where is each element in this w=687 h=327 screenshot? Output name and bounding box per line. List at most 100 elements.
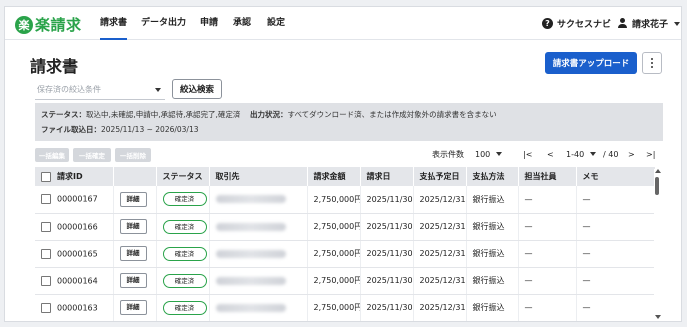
- nav-request[interactable]: 申請: [200, 7, 218, 40]
- logo-icon: 楽: [15, 15, 33, 34]
- nav-approval[interactable]: 承認: [233, 7, 251, 40]
- cell-status: 確定済: [156, 213, 210, 241]
- table-row[interactable]: 00000165 詳細 確定済 2,750,000円 2025/11/30 2025/12…: [35, 240, 656, 268]
- row-checkbox[interactable]: [41, 194, 51, 205]
- table-header: 請求ID ステータス 取引先 請求金額 請求日 支払予定日 支払方法 担当社員 …: [35, 167, 656, 186]
- detail-button[interactable]: 詳細: [119, 191, 147, 207]
- invoice-id: 00000167: [57, 194, 98, 204]
- bulk-edit-button[interactable]: 一括編集: [35, 148, 69, 162]
- cell-memo: —: [576, 213, 656, 241]
- import-date-label: ファイル取込日：: [41, 125, 101, 134]
- cell-due-date: 2025/12/31: [413, 240, 467, 268]
- page-total: / 40: [603, 149, 619, 159]
- cell-memo: —: [576, 240, 656, 268]
- page-range-select[interactable]: 1-40: [566, 145, 597, 163]
- detail-button[interactable]: 詳細: [119, 219, 147, 234]
- cell-invoice-id: 00000165: [35, 240, 114, 268]
- row-checkbox[interactable]: [41, 248, 51, 259]
- cell-detail: 詳細: [113, 240, 157, 268]
- prev-page-button[interactable]: <: [547, 145, 554, 163]
- partner-name-redacted: [215, 249, 286, 258]
- invoice-id: 00000163: [57, 303, 98, 312]
- chevron-down-icon: [590, 152, 597, 156]
- row-checkbox[interactable]: [41, 302, 51, 313]
- col-partner: 取引先: [209, 167, 308, 186]
- cell-memo: —: [576, 186, 656, 214]
- cell-staff: —: [518, 186, 577, 214]
- chevron-down-icon: [496, 152, 503, 156]
- cell-invoice-id: 00000166: [35, 213, 114, 241]
- table-row[interactable]: 00000163 詳細 確定済 2,750,000円 2025/11/30 2025/12…: [35, 294, 656, 321]
- partner-name-redacted: [215, 303, 286, 312]
- app-window: 楽 楽請求 請求書 データ出力 申請 承認 設定 ? サクセスナビ 請求花子 請…: [4, 6, 682, 322]
- chevron-down-icon: [155, 88, 161, 92]
- user-menu[interactable]: 請求花子: [617, 7, 681, 40]
- invoice-id: 00000166: [57, 222, 98, 231]
- help-link[interactable]: ? サクセスナビ: [542, 7, 611, 40]
- detail-button[interactable]: 詳細: [119, 273, 147, 288]
- row-checkbox[interactable]: [41, 221, 51, 232]
- first-page-button[interactable]: |<: [523, 145, 532, 163]
- detail-button[interactable]: 詳細: [119, 246, 147, 261]
- bulk-confirm-button[interactable]: 一括確定: [73, 148, 111, 162]
- cell-detail: 詳細: [113, 186, 157, 214]
- scroll-up-icon[interactable]: [655, 169, 661, 173]
- bulk-delete-button[interactable]: 一括削除: [115, 148, 151, 162]
- cell-invoice-date: 2025/11/30: [360, 213, 414, 241]
- scrollbar-thumb[interactable]: [655, 177, 659, 195]
- status-value: 取込中,未確認,申請中,承認待,承認完了,確定済: [86, 110, 241, 119]
- col-due-date: 支払予定日: [413, 167, 467, 186]
- scroll-down-icon[interactable]: [655, 315, 661, 319]
- nav-invoices[interactable]: 請求書: [100, 7, 128, 40]
- cell-status: 確定済: [156, 267, 210, 295]
- next-page-button[interactable]: >: [628, 145, 635, 163]
- output-label: 出力状況：: [249, 110, 288, 119]
- select-all-checkbox[interactable]: [41, 171, 51, 182]
- page-range: 1-40: [566, 149, 585, 159]
- cell-partner: [209, 213, 308, 241]
- cell-payment-method: 銀行振込: [466, 267, 519, 295]
- cell-amount: 2,750,000円: [307, 267, 361, 295]
- cell-detail: 詳細: [113, 213, 157, 241]
- more-menu-button[interactable]: [642, 52, 662, 74]
- col-payment-method: 支払方法: [466, 167, 519, 186]
- invoice-id: 00000164: [57, 276, 98, 285]
- table-row[interactable]: 00000164 詳細 確定済 2,750,000円 2025/11/30 2025/12…: [35, 267, 656, 295]
- status-badge: 確定済: [162, 192, 207, 207]
- cell-memo: —: [576, 294, 656, 321]
- cell-due-date: 2025/12/31: [413, 294, 467, 321]
- table-row[interactable]: 00000166 詳細 確定済 2,750,000円 2025/11/30 2025/12…: [35, 213, 656, 241]
- help-icon: ?: [542, 18, 553, 29]
- detail-button[interactable]: 詳細: [119, 300, 147, 315]
- status-badge: 確定済: [162, 219, 207, 234]
- upload-invoice-button[interactable]: 請求書アップロード: [545, 52, 637, 74]
- status-badge: 確定済: [162, 273, 207, 288]
- cell-memo: —: [576, 267, 656, 295]
- invoice-table: 請求ID ステータス 取引先 請求金額 請求日 支払予定日 支払方法 担当社員 …: [35, 167, 663, 321]
- logo[interactable]: 楽 楽請求: [15, 14, 82, 35]
- last-page-button[interactable]: >|: [646, 145, 655, 163]
- table-row[interactable]: 00000167 詳細 確定済 2,750,000円 2025/11/30 2025/12…: [35, 186, 656, 214]
- col-staff: 担当社員: [518, 167, 577, 186]
- kebab-dot-icon: [651, 62, 653, 64]
- row-checkbox[interactable]: [41, 275, 51, 286]
- status-badge: 確定済: [162, 300, 207, 315]
- cell-status: 確定済: [156, 240, 210, 268]
- cell-partner: [209, 267, 308, 295]
- col-amount: 請求金額: [307, 167, 361, 186]
- output-value: すべてダウンロード済、または作成対象外の請求書を含まない: [287, 110, 497, 119]
- chevron-down-icon: [674, 21, 681, 26]
- nav-settings[interactable]: 設定: [267, 7, 285, 40]
- cell-payment-method: 銀行振込: [466, 294, 519, 321]
- cell-payment-method: 銀行振込: [466, 213, 519, 241]
- saved-filter-select[interactable]: 保存済の絞込条件: [35, 80, 165, 100]
- nav-data-export[interactable]: データ出力: [141, 7, 186, 40]
- user-name: 請求花子: [632, 20, 669, 30]
- per-page-select[interactable]: 100: [475, 145, 503, 163]
- cell-invoice-id: 00000164: [35, 267, 114, 295]
- filter-search-button[interactable]: 絞込検索: [172, 79, 222, 99]
- cell-status: 確定済: [156, 186, 210, 214]
- cell-status: 確定済: [156, 294, 210, 321]
- cell-detail: 詳細: [113, 267, 157, 295]
- cell-due-date: 2025/12/31: [413, 267, 467, 295]
